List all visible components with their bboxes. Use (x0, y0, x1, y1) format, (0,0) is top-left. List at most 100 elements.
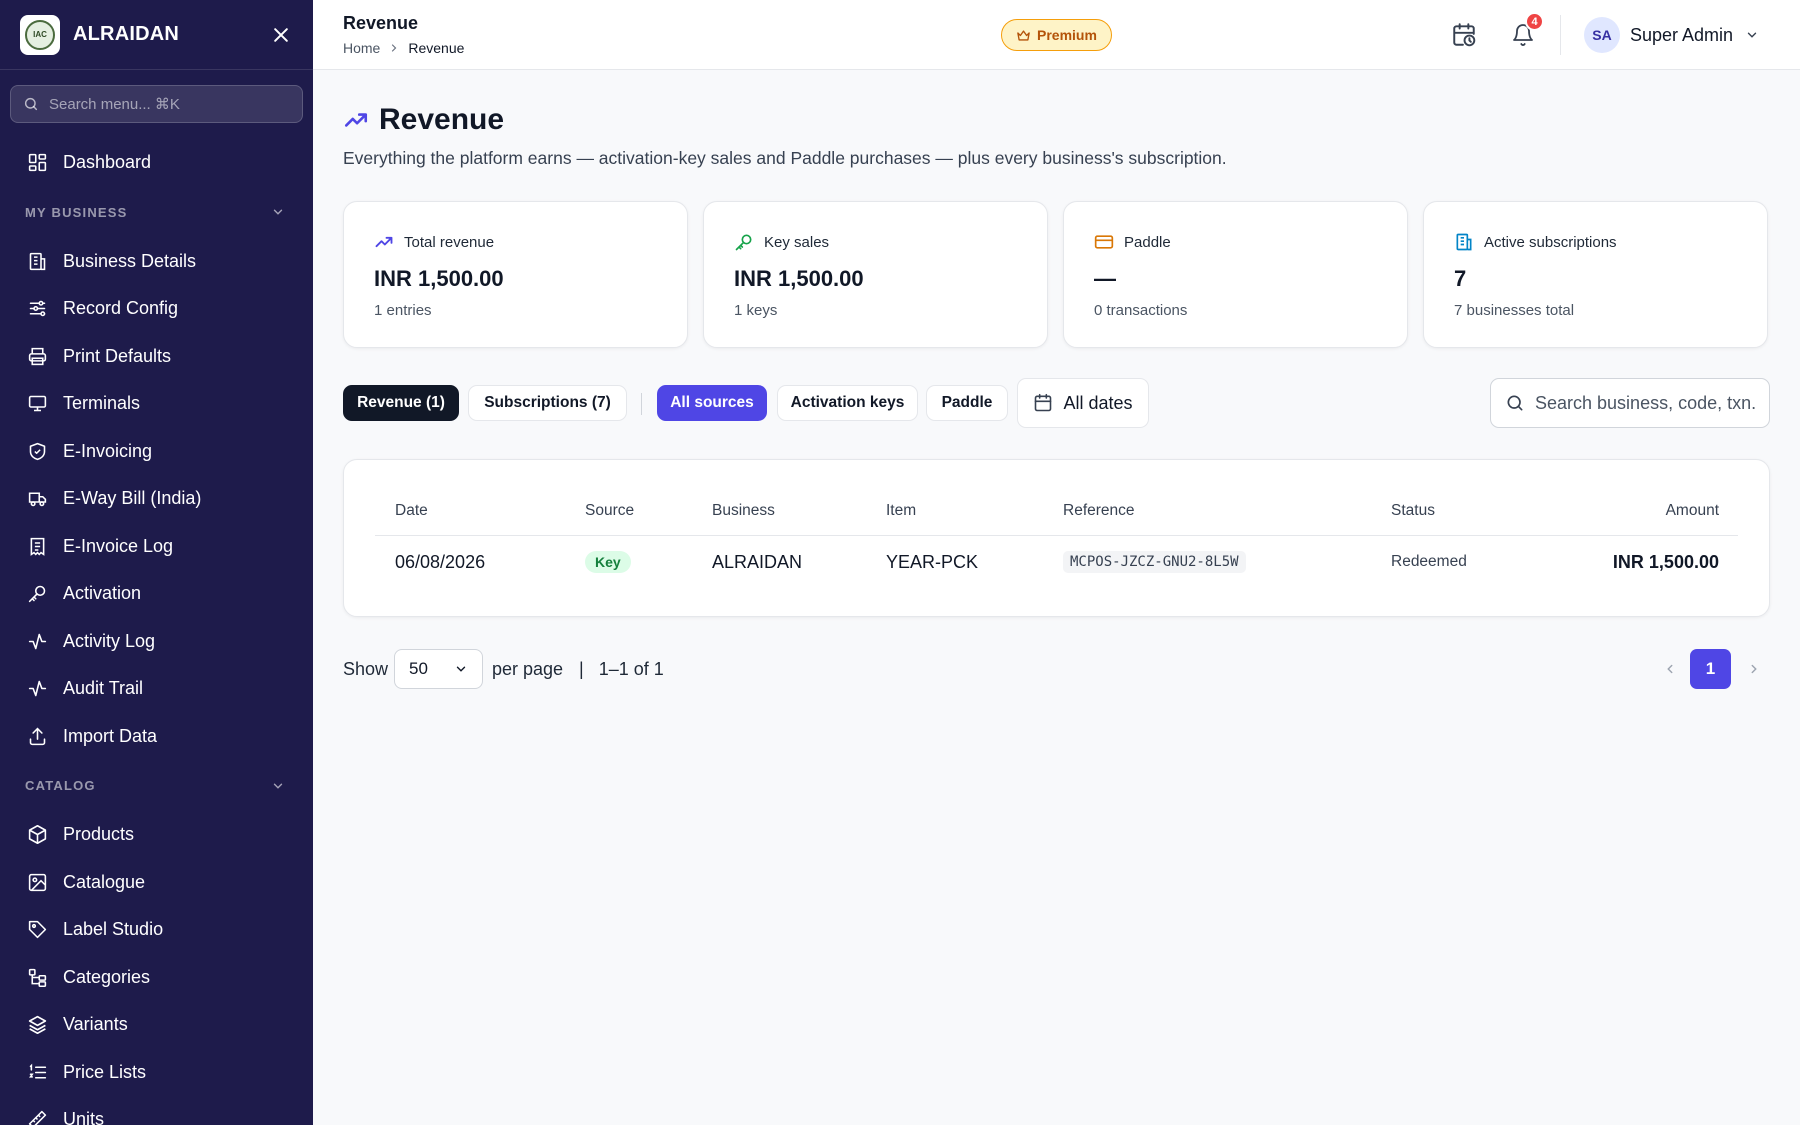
breadcrumb-home[interactable]: Home (343, 40, 380, 56)
sidebar-item-units[interactable]: Units (0, 1096, 313, 1125)
sidebar-item-record-config[interactable]: Record Config (0, 285, 313, 333)
sidebar-item-e-way-bill[interactable]: E-Way Bill (India) (0, 475, 313, 523)
column-header-amount[interactable]: Amount (1666, 502, 1719, 520)
chevron-down-icon (456, 666, 466, 672)
source-badge: Key (585, 551, 631, 573)
sidebar-item-catalogue[interactable]: Catalogue (0, 859, 313, 907)
search-input[interactable] (1535, 392, 1755, 414)
next-page-button[interactable] (1742, 657, 1766, 681)
cell-status: Redeemed (1391, 553, 1467, 570)
card-paddle: Paddle — 0 transactions (1063, 201, 1408, 348)
search-icon (24, 97, 38, 111)
sidebar-item-label: Record Config (63, 298, 179, 319)
sidebar-item-label: Activity Log (63, 630, 156, 651)
cell-business: ALRAIDAN (712, 551, 803, 572)
sidebar-item-label: Catalogue (63, 871, 146, 892)
date-filter-button[interactable]: All dates (1017, 378, 1149, 428)
sidebar-search[interactable]: Search menu... ⌘K (10, 85, 303, 123)
sidebar-item-e-invoice-log[interactable]: E-Invoice Log (0, 523, 313, 571)
column-header-status[interactable]: Status (1391, 502, 1435, 520)
premium-badge[interactable]: Premium (1001, 19, 1112, 51)
card-active-subscriptions: Active subscriptions 7 7 businesses tota… (1423, 201, 1768, 348)
filter-paddle[interactable]: Paddle (926, 385, 1008, 421)
card-key-sales: Key sales INR 1,500.00 1 keys (703, 201, 1048, 348)
prev-page-button[interactable] (1658, 657, 1682, 681)
column-header-source[interactable]: Source (585, 502, 634, 520)
sidebar-nav: Dashboard MY BUSINESS Business Details R… (0, 139, 313, 1125)
section-my-business[interactable]: MY BUSINESS (0, 187, 313, 238)
pagination: Show 50 per page | 1–1 of 1 1 (343, 648, 1770, 690)
sidebar-item-import-data[interactable]: Import Data (0, 713, 313, 761)
card-value: INR 1,500.00 (734, 266, 864, 291)
card-value: 7 (1454, 266, 1467, 291)
calendar-icon (1035, 393, 1052, 412)
column-header-item[interactable]: Item (886, 502, 916, 520)
header-title: Revenue (343, 13, 419, 33)
filter-all-sources[interactable]: All sources (657, 385, 767, 421)
sidebar-item-label-studio[interactable]: Label Studio (0, 906, 313, 954)
truck-icon (26, 488, 48, 510)
page-range: | 1–1 of 1 (579, 659, 664, 680)
card-note: 1 keys (734, 302, 778, 319)
sidebar-header: IAC ALRAIDAN (0, 0, 313, 70)
sidebar-item-terminals[interactable]: Terminals (0, 380, 313, 428)
filter-divider (641, 393, 642, 415)
tab-revenue[interactable]: Revenue (1) (343, 385, 459, 421)
sidebar-item-print-defaults[interactable]: Print Defaults (0, 333, 313, 381)
card-note: 7 businesses total (1454, 302, 1575, 319)
building-icon (26, 250, 48, 272)
sidebar-search-placeholder: Search menu... ⌘K (49, 96, 180, 113)
sidebar-item-label: Print Defaults (63, 345, 172, 366)
sidebar-item-activation[interactable]: Activation (0, 570, 313, 618)
table-search[interactable] (1490, 378, 1770, 428)
sidebar-item-price-lists[interactable]: Price Lists (0, 1049, 313, 1097)
column-header-date[interactable]: Date (395, 502, 428, 520)
card-value: — (1094, 266, 1116, 291)
calendar-clock-button[interactable] (1449, 20, 1479, 50)
top-header: Revenue Home Revenue Premium 4 SA Super … (313, 0, 1800, 70)
layers-icon (26, 1014, 48, 1036)
sidebar-item-audit-trail[interactable]: Audit Trail (0, 665, 313, 713)
page-button-current[interactable]: 1 (1690, 649, 1731, 689)
sidebar-item-categories[interactable]: Categories (0, 954, 313, 1002)
activity-icon (26, 678, 48, 700)
grid-icon (26, 152, 48, 174)
brand-logo[interactable]: IAC (20, 14, 60, 55)
package-icon (26, 824, 48, 846)
range-text: 1–1 of 1 (598, 659, 664, 679)
per-page-select[interactable]: 50 (394, 649, 483, 689)
sidebar-item-activity-log[interactable]: Activity Log (0, 618, 313, 666)
user-name: Super Admin (1630, 24, 1734, 45)
chevron-right-icon (1751, 664, 1757, 674)
notifications-button[interactable]: 4 (1508, 12, 1544, 50)
filter-activation-keys[interactable]: Activation keys (777, 385, 918, 421)
cell-date: 06/08/2026 (395, 551, 486, 572)
filter-bar: Revenue (1) Subscriptions (7) All source… (343, 378, 1770, 428)
sidebar-item-business-details[interactable]: Business Details (0, 238, 313, 286)
receipt-icon (26, 535, 48, 557)
stat-cards: Total revenue INR 1,500.00 1 entries Key… (343, 201, 1768, 348)
card-value: INR 1,500.00 (374, 266, 504, 291)
sidebar-item-e-invoicing[interactable]: E-Invoicing (0, 428, 313, 476)
tab-subscriptions[interactable]: Subscriptions (7) (468, 385, 627, 421)
column-header-business[interactable]: Business (712, 502, 775, 520)
reference-code: MCPOS-JZCZ-GNU2-8L5W (1063, 551, 1246, 573)
section-catalog[interactable]: CATALOG (0, 760, 313, 811)
trending-up-icon (375, 236, 393, 248)
column-header-reference[interactable]: Reference (1063, 502, 1135, 520)
sidebar-item-variants[interactable]: Variants (0, 1001, 313, 1049)
sidebar-item-products[interactable]: Products (0, 811, 313, 859)
per-page-value: 50 (409, 659, 428, 678)
sidebar-item-label: Terminals (63, 393, 141, 414)
close-sidebar-button[interactable] (269, 23, 293, 47)
sidebar-item-label: Activation (63, 583, 142, 604)
tag-icon (26, 919, 48, 941)
shield-check-icon (26, 440, 48, 462)
user-menu[interactable]: SA Super Admin (1584, 17, 1759, 53)
ruler-icon (26, 1109, 48, 1125)
sidebar-item-label: Import Data (63, 725, 158, 746)
cell-item: YEAR-PCK (886, 551, 979, 572)
sidebar-item-label: Products (63, 824, 135, 845)
tree-icon (26, 966, 48, 988)
sidebar-item-dashboard[interactable]: Dashboard (0, 139, 313, 187)
